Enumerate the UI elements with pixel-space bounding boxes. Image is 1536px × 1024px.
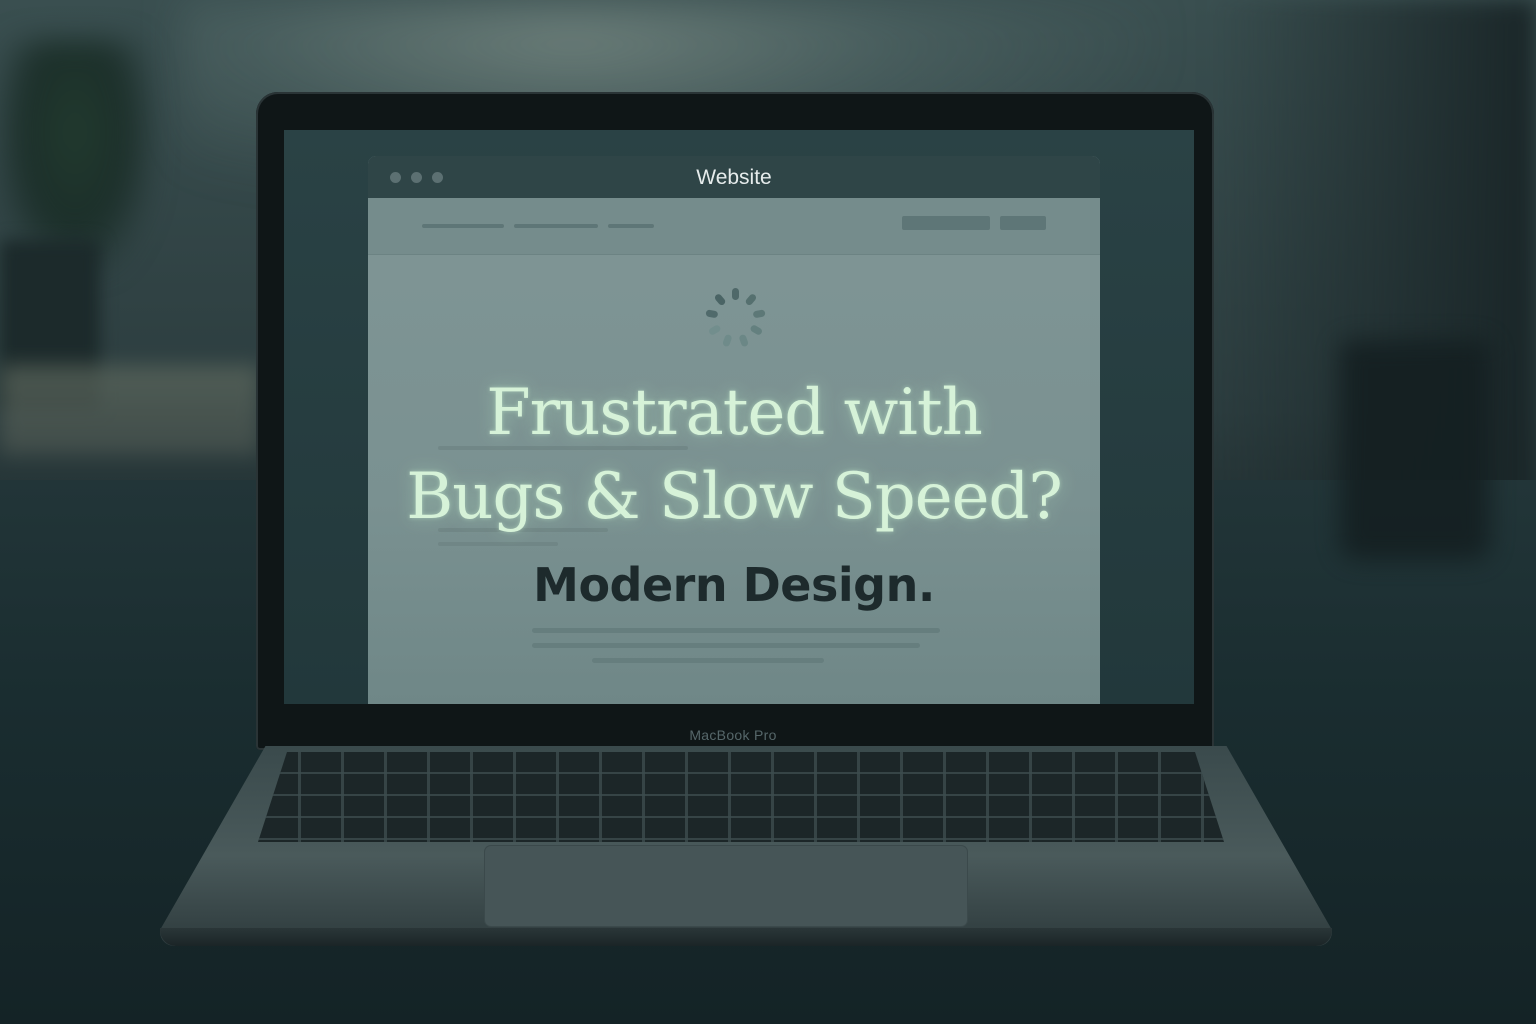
nav-button-placeholder[interactable] bbox=[902, 216, 990, 230]
laptop-model-label: MacBook Pro bbox=[689, 727, 777, 743]
hero-subheading: Modern Design. bbox=[533, 558, 935, 612]
nav-link-placeholder[interactable] bbox=[514, 224, 598, 228]
nav-link-placeholder[interactable] bbox=[608, 224, 654, 228]
window-title: Website bbox=[696, 166, 772, 189]
laptop-trackpad[interactable] bbox=[485, 846, 967, 926]
placeholder-text-line bbox=[532, 628, 940, 633]
background-shelf bbox=[0, 365, 260, 455]
browser-titlebar: Website bbox=[368, 156, 1100, 198]
background-plant bbox=[0, 40, 150, 270]
laptop-keyboard[interactable] bbox=[258, 752, 1224, 842]
laptop-screen: Website Frustrated with Bugs & Slow Spee… bbox=[284, 130, 1194, 704]
background-mug bbox=[1340, 340, 1490, 560]
web-page: Frustrated with Bugs & Slow Speed? Moder… bbox=[368, 198, 1100, 704]
hero-headline-line2: Bugs & Slow Speed? bbox=[406, 460, 1063, 534]
nav-button-placeholder[interactable] bbox=[1000, 216, 1046, 230]
site-navbar bbox=[368, 198, 1100, 255]
placeholder-text-line bbox=[438, 542, 558, 546]
laptop-base-front-edge bbox=[160, 928, 1332, 946]
placeholder-text-line bbox=[532, 643, 920, 648]
browser-window: Website Frustrated with Bugs & Slow Spee… bbox=[368, 156, 1100, 704]
loading-spinner-icon bbox=[705, 288, 766, 348]
placeholder-text-line bbox=[592, 658, 824, 663]
nav-link-placeholder[interactable] bbox=[422, 224, 504, 228]
hero-headline-line1: Frustrated with bbox=[486, 376, 983, 450]
